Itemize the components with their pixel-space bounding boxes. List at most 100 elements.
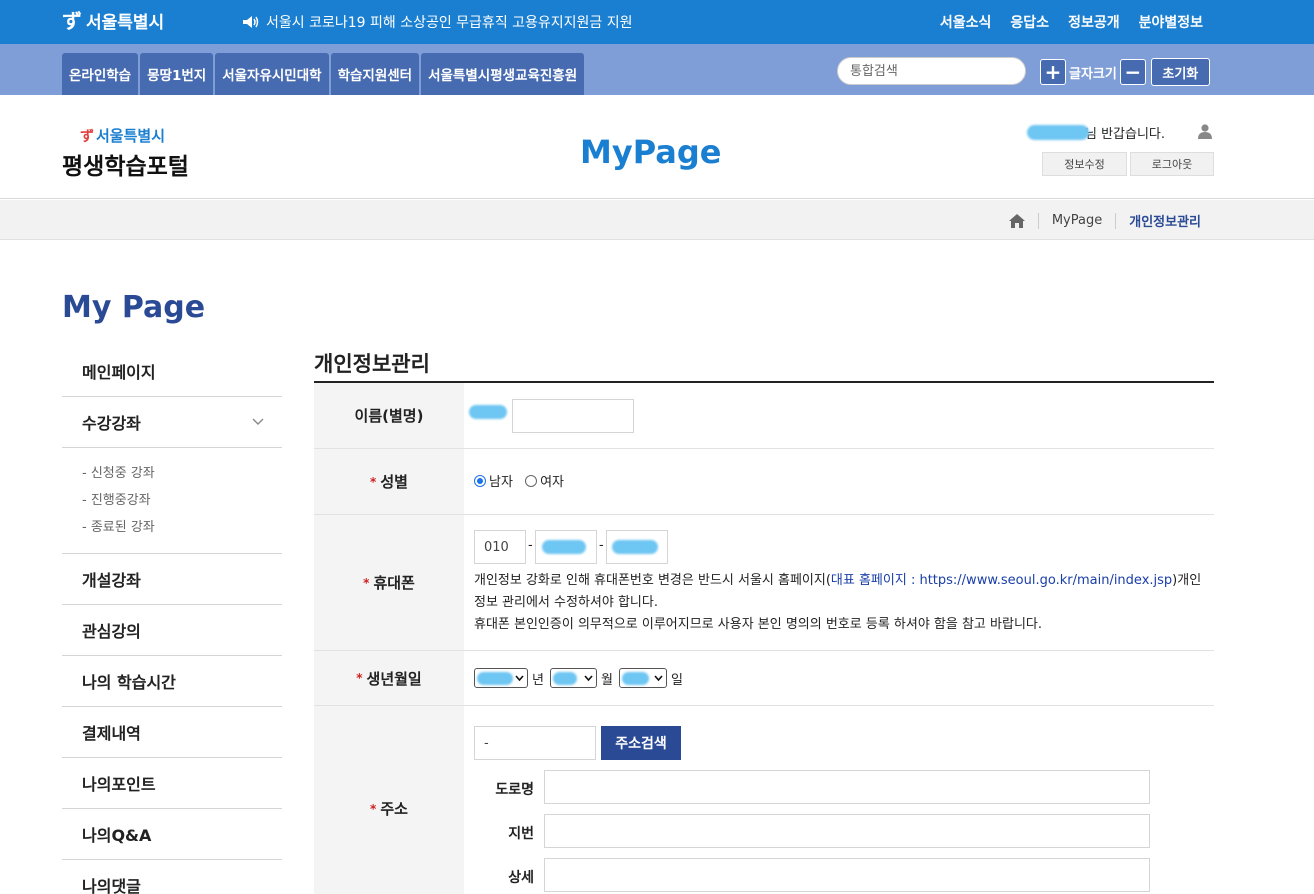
gender-value: 남자 여자 bbox=[464, 449, 1214, 514]
road-address-label: 도로명 bbox=[495, 782, 534, 798]
tab-online-learning[interactable]: 온라인학습 bbox=[62, 53, 139, 95]
breadcrumb-separator bbox=[1037, 212, 1039, 229]
phone-middle-field[interactable] bbox=[535, 530, 597, 564]
portal-logo-main: 평생학습포털 bbox=[62, 154, 189, 180]
portal-logo-sub: ず 서울특별시 bbox=[80, 127, 166, 145]
name-value bbox=[464, 383, 1214, 448]
sidebar-item-payments[interactable]: 결제내역 bbox=[62, 707, 282, 758]
address-label: * 주소 bbox=[314, 706, 464, 894]
sidebar-subitem-in-progress[interactable]: - 진행중강좌 bbox=[82, 487, 282, 514]
lot-address-field[interactable] bbox=[544, 814, 1150, 848]
speaker-icon bbox=[243, 16, 259, 28]
sidebar-title: My Page bbox=[62, 290, 206, 325]
birth-year-unit: 년 bbox=[532, 672, 544, 688]
top-nav-response[interactable]: 응답소 bbox=[1010, 12, 1049, 32]
sidebar-item-study-time[interactable]: 나의 학습시간 bbox=[62, 656, 282, 707]
sidebar-item-main[interactable]: 메인페이지 bbox=[62, 346, 282, 397]
personal-info-form: 이름(별명) * 성별 남자 여자 * 휴대폰 010 - - 개인정보 강화로 인… bbox=[314, 383, 1214, 894]
chevron-down-icon bbox=[515, 675, 524, 681]
sidebar-item-favorites[interactable]: 관심강의 bbox=[62, 605, 282, 656]
breadcrumb-current[interactable]: 개인정보관리 bbox=[1129, 211, 1201, 230]
user-icon[interactable] bbox=[1197, 123, 1213, 139]
tab-lifelong-institute[interactable]: 서울특별시평생교육진흥원 bbox=[421, 53, 585, 95]
sidebar-subitem-applying[interactable]: - 신청중 강좌 bbox=[82, 460, 282, 487]
sidebar-subitem-finished[interactable]: - 종료된 강좌 bbox=[82, 514, 282, 541]
tab-citizen-university[interactable]: 서울자유시민대학 bbox=[215, 53, 329, 95]
form-row-name: 이름(별명) bbox=[314, 383, 1214, 449]
radio-unchecked-icon bbox=[525, 474, 538, 487]
birth-label: * 생년월일 bbox=[314, 651, 464, 705]
sidebar-item-points[interactable]: 나의포인트 bbox=[62, 758, 282, 809]
phone-prefix-field[interactable]: 010 bbox=[474, 530, 526, 564]
name-label: 이름(별명) bbox=[314, 383, 464, 448]
breadcrumb-bar: MyPage 개인정보관리 bbox=[0, 200, 1314, 240]
radio-checked-icon bbox=[474, 474, 486, 487]
edit-info-button[interactable]: 정보수정 bbox=[1042, 152, 1127, 176]
phone-dash: - bbox=[599, 538, 604, 553]
birth-value: 년 월 일 bbox=[464, 651, 1214, 705]
nickname-field[interactable] bbox=[512, 399, 634, 433]
gender-female-radio[interactable]: 여자 bbox=[525, 471, 564, 490]
phone-last-field[interactable] bbox=[606, 530, 668, 564]
service-bar: 온라인학습 몽땅1번지 서울자유시민대학 학습지원센터 서울특별시평생교육진흥원… bbox=[0, 44, 1314, 95]
form-row-birth: * 생년월일 년 월 일 bbox=[314, 651, 1214, 706]
detail-address-label: 상세 bbox=[508, 870, 534, 886]
phone-last-redacted bbox=[612, 540, 658, 554]
form-row-gender: * 성별 남자 여자 bbox=[314, 449, 1214, 515]
birth-year-select[interactable] bbox=[474, 668, 528, 688]
sidebar-item-qna[interactable]: 나의Q&A bbox=[62, 809, 282, 860]
phone-middle-redacted bbox=[542, 540, 586, 554]
road-address-field[interactable] bbox=[544, 770, 1150, 804]
search-input[interactable]: 통합검색 bbox=[837, 57, 1026, 85]
home-icon[interactable] bbox=[1008, 213, 1025, 228]
lot-address-label: 지번 bbox=[508, 826, 534, 842]
content-title: 개인정보관리 bbox=[314, 352, 430, 376]
tab-learning-support[interactable]: 학습지원센터 bbox=[330, 53, 420, 95]
phone-label: * 휴대폰 bbox=[314, 515, 464, 650]
notice-banner[interactable]: 서울시 코로나19 피해 소상공인 무급휴직 고용유지지원금 지원 bbox=[242, 12, 633, 32]
top-nav-field-info[interactable]: 분야별정보 bbox=[1139, 12, 1203, 32]
font-reset-button[interactable]: 초기화 bbox=[1150, 58, 1210, 86]
breadcrumb-mypage[interactable]: MyPage bbox=[1052, 213, 1102, 228]
chevron-down-icon bbox=[654, 675, 663, 681]
seoul-mark-icon: ず bbox=[80, 128, 94, 145]
gender-label: * 성별 bbox=[314, 449, 464, 514]
detail-address-field[interactable] bbox=[544, 858, 1150, 892]
birth-month-select[interactable] bbox=[549, 668, 597, 688]
font-size-control: + 글자크기 − 초기화 bbox=[1040, 58, 1210, 86]
top-bar: ず 서울특별시 서울시 코로나19 피해 소상공인 무급휴직 고용유지지원금 지… bbox=[0, 0, 1314, 44]
birth-day-unit: 일 bbox=[670, 672, 683, 688]
phone-value: 010 - - 개인정보 강화로 인해 휴대폰번호 변경은 반드시 서울시 홈페… bbox=[464, 515, 1214, 650]
address-value: - 주소검색 도로명 지번 상세 bbox=[464, 706, 1214, 894]
seoul-homepage-link[interactable]: 대표 홈페이지 : https://www.seoul.go.kr/main/i… bbox=[831, 573, 1172, 588]
zipcode-field[interactable]: - bbox=[474, 726, 596, 760]
birth-day-redacted bbox=[621, 672, 649, 685]
seoul-logo[interactable]: ず 서울특별시 bbox=[62, 8, 164, 34]
font-size-label: 글자크기 bbox=[1069, 66, 1117, 82]
breadcrumb-separator bbox=[1115, 212, 1117, 229]
tab-mongttang[interactable]: 몽땅1번지 bbox=[140, 53, 214, 95]
greeting-text: 님 반갑습니다. bbox=[1085, 127, 1166, 142]
birth-month-unit: 월 bbox=[600, 672, 613, 688]
address-search-button[interactable]: 주소검색 bbox=[601, 726, 681, 760]
birth-month-redacted bbox=[552, 672, 577, 685]
service-tabs: 온라인학습 몽땅1번지 서울자유시민대학 학습지원센터 서울특별시평생교육진흥원 bbox=[62, 53, 585, 95]
site-header: ず 서울특별시 평생학습포털 MyPage 님 반갑습니다. 정보수정 로그아웃 bbox=[0, 95, 1314, 199]
top-nav-disclosure[interactable]: 정보공개 bbox=[1068, 12, 1120, 32]
sidebar-item-comments[interactable]: 나의댓글 bbox=[62, 860, 282, 894]
sidebar-item-courses[interactable]: 수강강좌 bbox=[62, 397, 282, 448]
font-increase-button[interactable]: + bbox=[1040, 59, 1066, 85]
font-decrease-button[interactable]: − bbox=[1119, 59, 1146, 85]
minus-icon: − bbox=[1124, 60, 1142, 84]
form-row-address: * 주소 - 주소검색 도로명 지번 상세 bbox=[314, 706, 1214, 894]
gender-male-radio[interactable]: 남자 bbox=[474, 471, 513, 490]
portal-logo[interactable]: ず 서울특별시 평생학습포털 bbox=[62, 125, 189, 181]
chevron-down-icon bbox=[252, 418, 264, 425]
top-nav-news[interactable]: 서울소식 bbox=[940, 12, 992, 32]
birth-day-select[interactable] bbox=[618, 668, 667, 688]
sidebar-item-opened-courses[interactable]: 개설강좌 bbox=[62, 554, 282, 605]
logout-button[interactable]: 로그아웃 bbox=[1130, 152, 1214, 176]
page-title: MyPage bbox=[580, 133, 722, 171]
greeting: 님 반갑습니다. bbox=[1027, 123, 1165, 142]
phone-notice: 개인정보 강화로 인해 휴대폰번호 변경은 반드시 서울시 홈페이지(대표 홈페… bbox=[474, 573, 1202, 632]
